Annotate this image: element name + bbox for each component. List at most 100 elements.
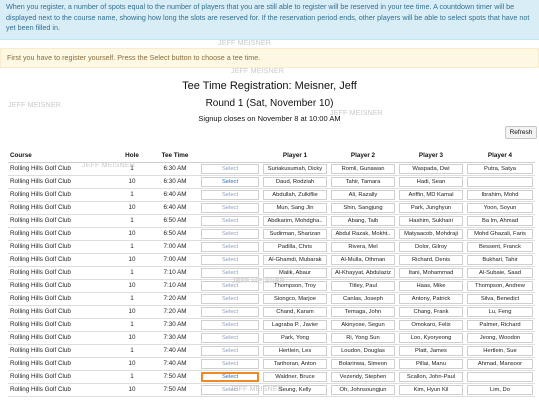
tee-time-cell: 7:10 AM bbox=[151, 266, 199, 280]
course-cell: Rolling Hills Golf Club bbox=[8, 227, 113, 241]
tee-time-cell: 7:00 AM bbox=[151, 253, 199, 267]
player-2-field: Loudon, Douglas bbox=[331, 345, 395, 356]
course-cell: Rolling Hills Golf Club bbox=[8, 240, 113, 254]
player-1-field: Hertlein, Les bbox=[263, 345, 327, 356]
tee-time-cell: 7:40 AM bbox=[151, 357, 199, 371]
player-2-field: Shin, Sangjung bbox=[331, 202, 395, 213]
player-1-field: Daud, Rodziah bbox=[263, 176, 327, 187]
player-3-field: Chang, Frank bbox=[399, 306, 463, 317]
hole-cell: 1 bbox=[113, 188, 151, 202]
hole-cell: 1 bbox=[113, 162, 151, 176]
player-2-field: Al-Khayyat, Abdulaziz bbox=[331, 267, 395, 278]
table-row: Rolling Hills Golf Club 1 7:40 AM Select Her… bbox=[8, 344, 535, 358]
round-title: Round 1 (Sat, November 10) bbox=[205, 98, 334, 109]
player-3-field: Ariffin, MD Kamal bbox=[399, 189, 463, 200]
player-1-field: Park, Yong bbox=[263, 332, 327, 343]
course-cell: Rolling Hills Golf Club bbox=[8, 214, 113, 228]
tee-time-cell: 6:50 AM bbox=[151, 227, 199, 241]
player-4-field: Ibrahim, Mohd bbox=[467, 189, 533, 200]
player-2-field: Abdul Razak, Mokht.. bbox=[331, 228, 395, 239]
player-4-field: Silva, Benedict bbox=[467, 293, 533, 304]
select-button[interactable]: Select bbox=[201, 371, 259, 382]
player-1-field: Al-Ghamdi, Mubarak bbox=[263, 254, 327, 265]
player-4-field: Palmer, Richard bbox=[467, 319, 533, 330]
watermark: JEFF MEISNER bbox=[231, 68, 284, 75]
player-3-field: Richard, Denis bbox=[399, 254, 463, 265]
table-row: Rolling Hills Golf Club 1 6:30 AM Select Sur… bbox=[8, 162, 535, 176]
player-2-field: Abang, Taib bbox=[331, 215, 395, 226]
select-button: Select bbox=[201, 306, 259, 317]
player-4-field: Mohd Ghazali, Faris bbox=[467, 228, 533, 239]
player-2-field: Akinyose, Segun bbox=[331, 319, 395, 330]
player-4-field: Al-Subaie, Saad bbox=[467, 267, 533, 278]
hole-cell: 1 bbox=[113, 240, 151, 254]
player-4-field: Thompson, Andrew bbox=[467, 280, 533, 291]
column-header-course: Course bbox=[8, 150, 113, 163]
tee-time-cell: 7:30 AM bbox=[151, 318, 199, 332]
column-header-tee-time: Tee Time bbox=[151, 150, 199, 163]
hole-cell: 10 bbox=[113, 201, 151, 215]
player-3-field: Itani, Mohammad bbox=[399, 267, 463, 278]
column-header-player-3: Player 3 bbox=[397, 150, 465, 163]
select-button: Select bbox=[201, 202, 259, 213]
course-cell: Rolling Hills Golf Club bbox=[8, 175, 113, 189]
course-cell: Rolling Hills Golf Club bbox=[8, 292, 113, 306]
signup-close-text: Signup closes on November 8 at 10:00 AM bbox=[198, 114, 341, 123]
select-button: Select bbox=[201, 332, 259, 343]
player-3-field: Matyaacob, Mohdraji bbox=[399, 228, 463, 239]
player-4-field: Yoon, Soyun bbox=[467, 202, 533, 213]
course-cell: Rolling Hills Golf Club bbox=[8, 266, 113, 280]
refresh-button[interactable]: Refresh bbox=[505, 126, 537, 139]
tee-time-cell: 7:20 AM bbox=[151, 305, 199, 319]
select-button: Select bbox=[201, 280, 259, 291]
table-row: Rolling Hills Golf Club 1 7:10 AM Select Mal… bbox=[8, 266, 535, 280]
player-3-field: Waspada, Dwi bbox=[399, 163, 463, 174]
player-3-field: Omokaro, Felix bbox=[399, 319, 463, 330]
player-1-field: Seung, Kelly bbox=[263, 384, 327, 395]
table-row: Rolling Hills Golf Club 10 7:10 AM Select Th… bbox=[8, 279, 535, 293]
table-row: Rolling Hills Golf Club 10 7:30 AM Select Pa… bbox=[8, 331, 535, 345]
player-4-field: Hertlein, Sue bbox=[467, 345, 533, 356]
player-1-field: Mun, Sang Jin bbox=[263, 202, 327, 213]
table-row: Rolling Hills Golf Club 10 7:20 AM Select Ch… bbox=[8, 305, 535, 319]
table-row: Rolling Hills Golf Club 1 7:30 AM Select Lag… bbox=[8, 318, 535, 332]
hole-cell: 1 bbox=[113, 318, 151, 332]
player-2-field: Ri, Yong Sun bbox=[331, 332, 395, 343]
watermark: JEFF MEISNER bbox=[218, 40, 271, 47]
player-3-field: Scallon, John-Paul bbox=[399, 371, 463, 382]
select-button: Select bbox=[201, 384, 259, 395]
hole-cell: 1 bbox=[113, 214, 151, 228]
select-button: Select bbox=[201, 358, 259, 369]
select-button: Select bbox=[201, 163, 259, 174]
player-1-field: Tarihoran, Anton bbox=[263, 358, 327, 369]
player-3-field: Hadi, Sean bbox=[399, 176, 463, 187]
player-4-field: Ahmad, Mansoor bbox=[467, 358, 533, 369]
tee-time-table: Course Hole Tee Time Player 1 Player 2 P… bbox=[8, 150, 535, 397]
course-cell: Rolling Hills Golf Club bbox=[8, 279, 113, 293]
tee-time-cell: 6:30 AM bbox=[151, 175, 199, 189]
tee-time-cell: 7:50 AM bbox=[151, 383, 199, 397]
course-cell: Rolling Hills Golf Club bbox=[8, 253, 113, 267]
page-title: Tee Time Registration: Meisner, Jeff bbox=[182, 80, 357, 92]
column-header-select bbox=[199, 150, 261, 163]
course-cell: Rolling Hills Golf Club bbox=[8, 188, 113, 202]
hole-cell: 10 bbox=[113, 331, 151, 345]
hole-cell: 10 bbox=[113, 227, 151, 241]
player-1-field: Padilla, Chris bbox=[263, 241, 327, 252]
warning-message: First you have to register yourself. Pre… bbox=[0, 48, 539, 68]
select-button: Select bbox=[201, 241, 259, 252]
player-3-field: Antony, Patrick bbox=[399, 293, 463, 304]
tee-time-cell: 7:40 AM bbox=[151, 344, 199, 358]
player-1-field: Sudirman, Sharizan bbox=[263, 228, 327, 239]
table-row: Rolling Hills Golf Club 1 7:20 AM Select Sio… bbox=[8, 292, 535, 306]
course-cell: Rolling Hills Golf Club bbox=[8, 357, 113, 371]
info-message: When you register, a number of spots equ… bbox=[0, 0, 539, 40]
course-cell: Rolling Hills Golf Club bbox=[8, 383, 113, 397]
player-3-field: Pillai, Manu bbox=[399, 358, 463, 369]
tee-time-cell: 6:40 AM bbox=[151, 188, 199, 202]
select-button[interactable]: Select bbox=[201, 176, 259, 187]
player-1-field: Thompson, Troy bbox=[263, 280, 327, 291]
select-button: Select bbox=[201, 345, 259, 356]
player-4-field: Lu, Feng bbox=[467, 306, 533, 317]
table-row: Rolling Hills Golf Club 10 7:50 AM Select Se… bbox=[8, 383, 535, 397]
